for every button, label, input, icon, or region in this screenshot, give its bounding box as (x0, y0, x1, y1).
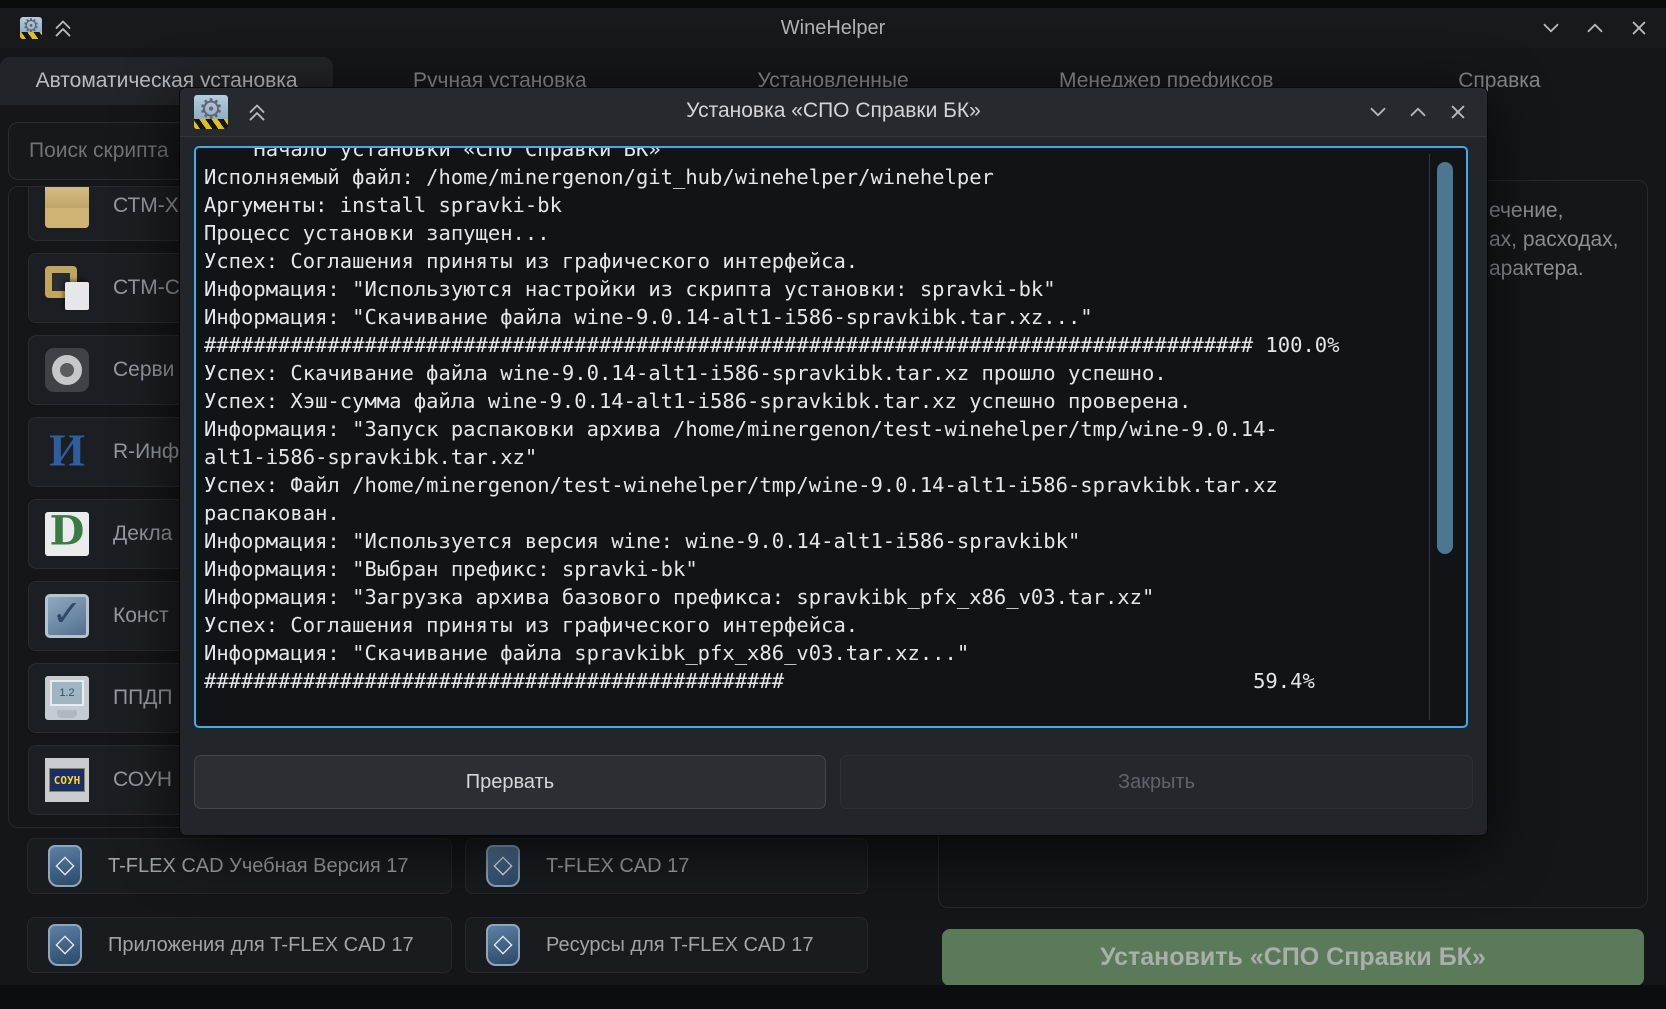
dialog-titlebar: Установка «СПО Справки БК» (180, 88, 1487, 137)
script-label: СТМ-С (113, 276, 180, 300)
maximize-icon[interactable] (1582, 15, 1608, 41)
tflex-card-label: Приложения для T-FLEX CAD 17 (108, 934, 414, 957)
tflex-card[interactable]: Приложения для T-FLEX CAD 17 (27, 917, 452, 973)
script-label: Серви (113, 358, 174, 382)
scrollbar-thumb[interactable] (1437, 162, 1453, 554)
install-dialog: Установка «СПО Справки БК» Начало устано… (180, 88, 1487, 835)
close-icon[interactable] (1626, 15, 1652, 41)
screen: WineHelper Автоматическая установкаРучна… (0, 0, 1666, 1009)
dialog-minimize-icon[interactable] (1365, 99, 1391, 125)
minimize-icon[interactable] (1538, 15, 1564, 41)
abort-button[interactable]: Прервать (194, 755, 826, 809)
tflex-card[interactable]: T-FLEX CAD Учебная Версия 17 (27, 838, 452, 894)
tflex-card-label: Ресурсы для T-FLEX CAD 17 (546, 934, 814, 957)
tflex-card[interactable]: Ресурсы для T-FLEX CAD 17 (465, 917, 868, 973)
ic-ring-icon (45, 348, 89, 392)
script-label: R-Инф (113, 440, 179, 464)
script-label: СТМ-Х (113, 194, 179, 218)
tflex-icon (48, 924, 82, 966)
window-title: WineHelper (0, 17, 1666, 40)
tflex-icon (486, 924, 520, 966)
ic-soun-icon (45, 758, 89, 802)
script-label: Декла (113, 522, 172, 546)
script-label: СОУН (113, 768, 172, 792)
install-button[interactable]: Установить «СПО Справки БК» (942, 929, 1644, 986)
tflex-card-label: T-FLEX CAD Учебная Версия 17 (108, 855, 409, 878)
log-text: Начало установки «СПО Справки БК» Исполн… (196, 146, 1466, 695)
ic-decl-icon (45, 512, 89, 556)
dialog-controls (1365, 99, 1471, 125)
close-button[interactable]: Закрыть (840, 755, 1473, 809)
dialog-title: Установка «СПО Справки БК» (180, 99, 1487, 123)
description-line: арактера. (1489, 254, 1618, 283)
dialog-close-icon[interactable] (1445, 99, 1471, 125)
ic-konst-icon (45, 594, 89, 638)
bottom-edge-strip (0, 985, 1666, 1009)
tflex-icon (486, 845, 520, 887)
main-titlebar: WineHelper (0, 8, 1666, 48)
ic-folder-icon (45, 186, 89, 228)
description-line: ах, расходах, (1489, 225, 1618, 254)
top-edge-strip (0, 0, 1666, 8)
dialog-maximize-icon[interactable] (1405, 99, 1431, 125)
install-log[interactable]: Начало установки «СПО Справки БК» Исполн… (194, 146, 1468, 728)
ic-ppdp-icon (45, 676, 89, 720)
scrollbar-track[interactable] (1429, 154, 1430, 720)
script-label: ППДП (113, 686, 173, 710)
window-controls (1538, 15, 1652, 41)
ic-docframe-icon (45, 266, 89, 310)
search-placeholder: Поиск скрипта (29, 139, 169, 163)
ic-rinfo-icon (45, 430, 89, 474)
tflex-card[interactable]: T-FLEX CAD 17 (465, 838, 868, 894)
description-text: ечение,ах, расходах,арактера. (1489, 196, 1618, 283)
description-line: ечение, (1489, 196, 1618, 225)
tflex-icon (48, 845, 82, 887)
tflex-card-label: T-FLEX CAD 17 (546, 855, 689, 878)
script-label: Конст (113, 604, 169, 628)
